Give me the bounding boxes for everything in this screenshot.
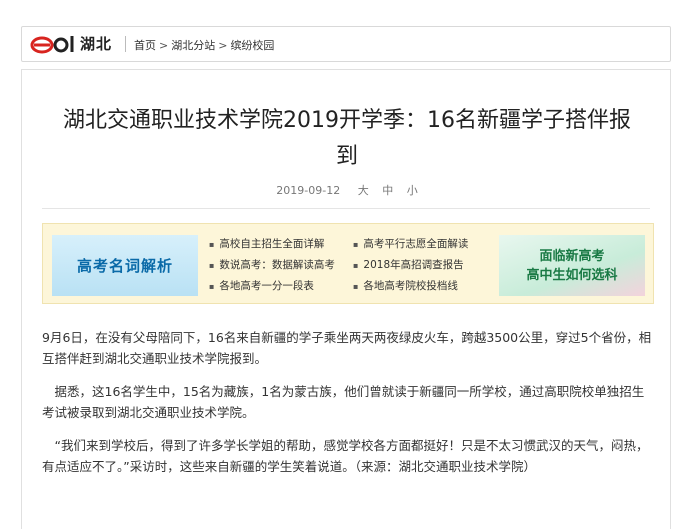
promo-right-line1: 面临新高考 xyxy=(539,248,605,264)
promo-links-col2: 高考平行志愿全面解读 2018年高招调查报告 各地高考院校投档线 xyxy=(353,234,468,297)
article-title: 湖北交通职业技术学院2019开学季：16名新疆学子搭伴报到 xyxy=(63,107,631,169)
article-paragraph: “我们来到学校后，得到了许多学长学姐的帮助，感觉学校各方面都挺好！只是不太习惯武… xyxy=(42,438,649,474)
header-divider xyxy=(125,36,126,52)
region-label[interactable]: 湖北 xyxy=(80,33,112,54)
promo-box: 高考名词解析 高校自主招生全面详解 数说高考：数据解读高考 各地高考一分一段表 … xyxy=(42,223,654,304)
article-meta: 2019-09-12 大 中 小 xyxy=(22,182,672,198)
meta-divider xyxy=(42,208,650,209)
breadcrumb-campus[interactable]: 缤纷校园 xyxy=(230,39,274,52)
font-size-large[interactable]: 大 xyxy=(358,184,369,197)
breadcrumb-home[interactable]: 首页 xyxy=(134,39,156,52)
font-size-small[interactable]: 小 xyxy=(407,184,418,197)
promo-link[interactable]: 2018年高招调查报告 xyxy=(353,255,468,276)
font-size-medium[interactable]: 中 xyxy=(382,184,393,197)
promo-link[interactable]: 各地高考院校投档线 xyxy=(353,276,468,297)
promo-link[interactable]: 各地高考一分一段表 xyxy=(209,276,335,297)
promo-link[interactable]: 数说高考：数据解读高考 xyxy=(209,255,335,276)
article-paragraph: 9月6日，在没有父母陪同下，16名来自新疆的学子乘坐两天两夜绿皮火车，跨越350… xyxy=(42,330,652,366)
publish-date: 2019-09-12 xyxy=(276,184,341,197)
article-container: 湖北交通职业技术学院2019开学季：16名新疆学子搭伴报到 2019-09-12… xyxy=(21,69,671,529)
breadcrumb-hubei[interactable]: 湖北分站 xyxy=(171,39,215,52)
breadcrumb: 首页 > 湖北分站 > 缤纷校园 xyxy=(134,39,275,52)
article-body: 9月6日，在没有父母陪同下，16名来自新疆的学子乘坐两天两夜绿皮火车，跨越350… xyxy=(42,327,652,489)
logo-text: eol xyxy=(30,33,32,34)
article-paragraph: 据悉，这16名学生中，15名为藏族，1名为蒙古族，他们曾就读于新疆同一所学校，通… xyxy=(42,384,645,420)
promo-link[interactable]: 高校自主招生全面详解 xyxy=(209,234,335,255)
promo-right-line2: 高中生如何选科 xyxy=(526,267,618,283)
eol-logo[interactable]: eol xyxy=(30,33,78,55)
promo-link[interactable]: 高考平行志愿全面解读 xyxy=(353,234,468,255)
promo-banner-right[interactable]: 面临新高考 高中生如何选科 xyxy=(499,235,645,296)
promo-banner-left[interactable]: 高考名词解析 xyxy=(52,235,198,296)
promo-links-col1: 高校自主招生全面详解 数说高考：数据解读高考 各地高考一分一段表 xyxy=(209,234,335,297)
site-header: eol 湖北 首页 > 湖北分站 > 缤纷校园 xyxy=(21,26,671,62)
